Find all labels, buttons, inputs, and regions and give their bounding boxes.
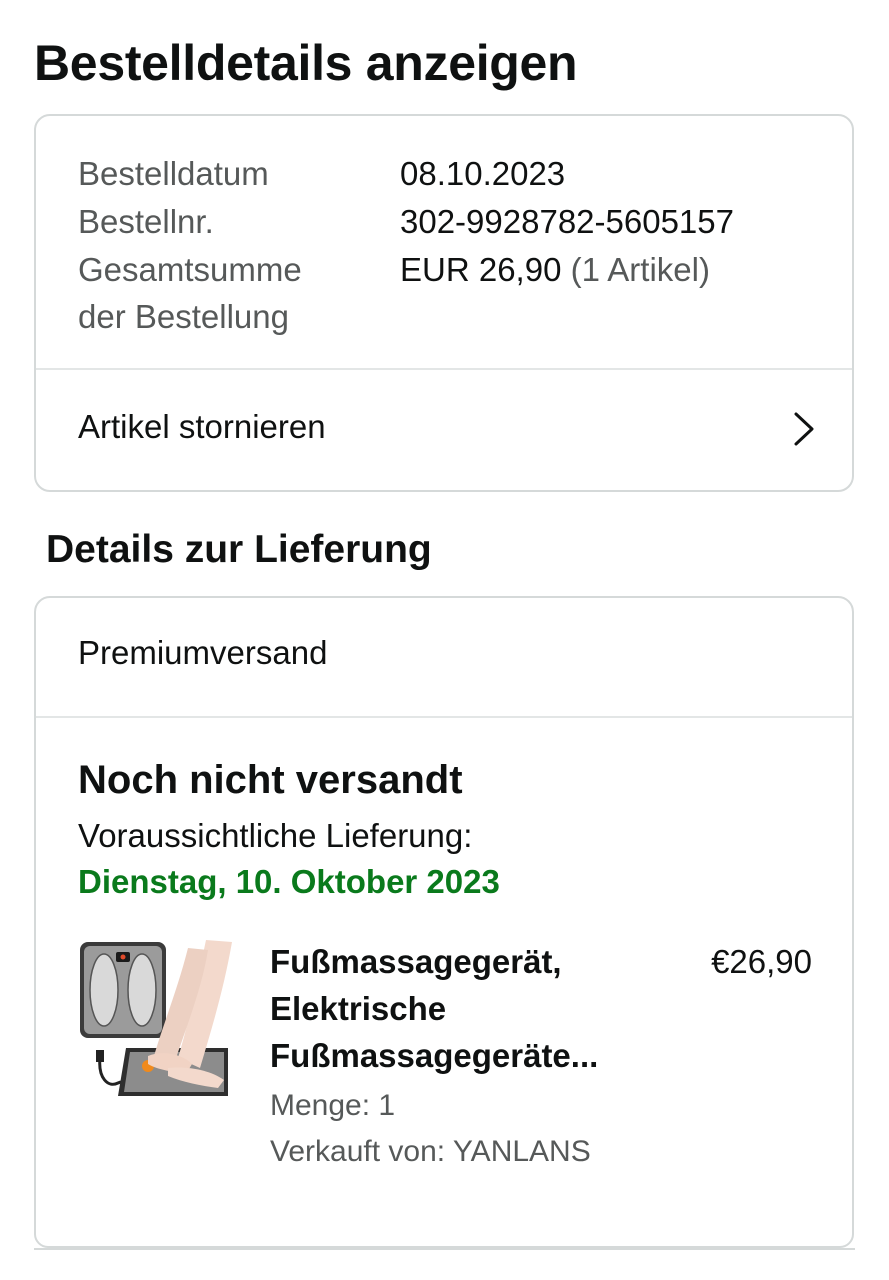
order-number-row: Bestellnr. 302-9928782-5605157 — [78, 198, 832, 246]
chevron-right-icon — [794, 412, 814, 446]
product-seller: Verkauft von: YANLANS — [270, 1135, 591, 1168]
cancel-items-row[interactable]: Artikel stornieren — [36, 370, 852, 492]
divider — [34, 1248, 855, 1250]
shipping-type: Premiumversand — [78, 634, 328, 671]
order-date-row: Bestelldatum 08.10.2023 — [78, 150, 832, 198]
eta-date: Dienstag, 10. Oktober 2023 — [78, 863, 500, 900]
order-date-value: 08.10.2023 — [400, 155, 566, 192]
order-number-label: Bestellnr. — [78, 203, 214, 240]
order-date-label: Bestelldatum — [78, 155, 269, 192]
order-number-value: 302-9928782-5605157 — [400, 203, 734, 240]
product-title-line: Elektrische — [270, 990, 447, 1027]
eta-label: Voraussichtliche Lieferung: — [78, 817, 473, 854]
shipment-status: Noch nicht versandt — [78, 758, 463, 802]
order-total-value: EUR 26,90 — [400, 251, 562, 288]
product-title-line: Fußmassagegeräte... — [270, 1037, 599, 1074]
order-total-value-wrap: EUR 26,90 (1 Artikel) — [400, 246, 710, 294]
cancel-items-label: Artikel stornieren — [78, 408, 326, 445]
product-image[interactable] — [78, 938, 234, 1098]
order-total-row: Gesamtsumme der Bestellung EUR 26,90 (1 … — [78, 246, 832, 340]
order-total-label: Gesamtsumme der Bestellung — [78, 251, 302, 335]
product-quantity: Menge: 1 — [270, 1089, 396, 1122]
order-item-count: (1 Artikel) — [570, 251, 710, 288]
product-price: €26,90 — [711, 943, 812, 980]
page-title: Bestelldetails anzeigen — [34, 35, 578, 91]
delivery-section-title: Details zur Lieferung — [46, 528, 432, 571]
order-summary-card: Bestelldatum 08.10.2023 Bestellnr. 302-9… — [34, 114, 854, 492]
order-info-grid: Bestelldatum 08.10.2023 Bestellnr. 302-9… — [78, 150, 832, 340]
delivery-card: Premiumversand Noch nicht versandt Vorau… — [34, 596, 854, 1248]
product-title-link[interactable]: Fußmassagegerät, Elektrische Fußmassageg… — [270, 938, 650, 1079]
product-title-line: Fußmassagegerät, — [270, 943, 562, 980]
divider — [36, 716, 852, 718]
